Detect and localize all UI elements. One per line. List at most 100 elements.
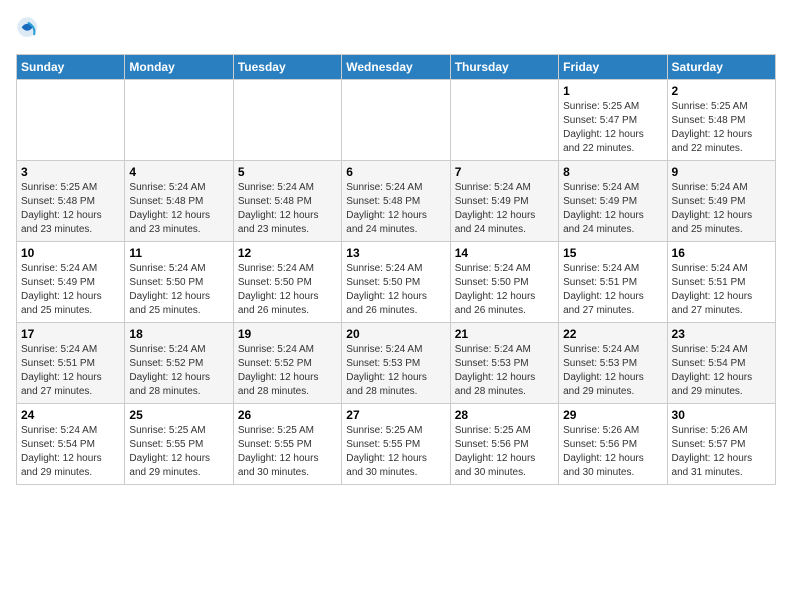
general-blue-icon	[16, 16, 44, 44]
day-cell: 20 Sunrise: 5:24 AM Sunset: 5:53 PM Dayli…	[342, 323, 450, 404]
day-cell	[233, 80, 341, 161]
day-number: 17	[21, 327, 120, 341]
day-number: 5	[238, 165, 337, 179]
day-number: 16	[672, 246, 771, 260]
day-number: 12	[238, 246, 337, 260]
day-cell: 7 Sunrise: 5:24 AM Sunset: 5:49 PM Daylig…	[450, 161, 558, 242]
logo	[16, 16, 48, 44]
col-header-sunday: Sunday	[17, 55, 125, 80]
day-info: Sunrise: 5:24 AM Sunset: 5:49 PM Dayligh…	[21, 262, 120, 318]
day-info: Sunrise: 5:24 AM Sunset: 5:49 PM Dayligh…	[672, 181, 771, 237]
week-row-2: 3 Sunrise: 5:25 AM Sunset: 5:48 PM Daylig…	[17, 161, 776, 242]
day-cell: 23 Sunrise: 5:24 AM Sunset: 5:54 PM Dayli…	[667, 323, 775, 404]
day-number: 13	[346, 246, 445, 260]
day-cell: 16 Sunrise: 5:24 AM Sunset: 5:51 PM Dayli…	[667, 242, 775, 323]
day-number: 21	[455, 327, 554, 341]
day-info: Sunrise: 5:24 AM Sunset: 5:52 PM Dayligh…	[129, 343, 228, 399]
week-row-4: 17 Sunrise: 5:24 AM Sunset: 5:51 PM Dayli…	[17, 323, 776, 404]
day-cell: 15Sunrise: 5:24 AM Sunset: 5:51 PM Dayli…	[559, 242, 667, 323]
day-number: 6	[346, 165, 445, 179]
day-info: Sunrise: 5:24 AM Sunset: 5:50 PM Dayligh…	[129, 262, 228, 318]
day-cell: 10 Sunrise: 5:24 AM Sunset: 5:49 PM Dayli…	[17, 242, 125, 323]
day-info: Sunrise: 5:25 AM Sunset: 5:55 PM Dayligh…	[238, 424, 337, 480]
day-number: 11	[129, 246, 228, 260]
day-cell: 30Sunrise: 5:26 AM Sunset: 5:57 PM Dayli…	[667, 404, 775, 485]
day-number: 9	[672, 165, 771, 179]
day-cell: 25 Sunrise: 5:25 AM Sunset: 5:55 PM Dayli…	[125, 404, 233, 485]
day-number: 19	[238, 327, 337, 341]
day-number: 20	[346, 327, 445, 341]
day-info: Sunrise: 5:25 AM Sunset: 5:48 PM Dayligh…	[672, 100, 771, 156]
day-info: Sunrise: 5:24 AM Sunset: 5:48 PM Dayligh…	[346, 181, 445, 237]
day-info: Sunrise: 5:25 AM Sunset: 5:55 PM Dayligh…	[129, 424, 228, 480]
day-info: Sunrise: 5:25 AM Sunset: 5:55 PM Dayligh…	[346, 424, 445, 480]
day-info: Sunrise: 5:24 AM Sunset: 5:51 PM Dayligh…	[21, 343, 120, 399]
col-header-monday: Monday	[125, 55, 233, 80]
day-cell: 18Sunrise: 5:24 AM Sunset: 5:52 PM Dayli…	[125, 323, 233, 404]
day-number: 10	[21, 246, 120, 260]
day-number: 1	[563, 84, 662, 98]
day-info: Sunrise: 5:24 AM Sunset: 5:50 PM Dayligh…	[455, 262, 554, 318]
day-cell	[17, 80, 125, 161]
day-number: 8	[563, 165, 662, 179]
day-number: 25	[129, 408, 228, 422]
day-info: Sunrise: 5:25 AM Sunset: 5:48 PM Dayligh…	[21, 181, 120, 237]
day-number: 22	[563, 327, 662, 341]
day-number: 26	[238, 408, 337, 422]
day-number: 4	[129, 165, 228, 179]
day-cell: 2 Sunrise: 5:25 AM Sunset: 5:48 PM Daylig…	[667, 80, 775, 161]
day-cell: 5 Sunrise: 5:24 AM Sunset: 5:48 PM Daylig…	[233, 161, 341, 242]
day-info: Sunrise: 5:24 AM Sunset: 5:53 PM Dayligh…	[346, 343, 445, 399]
day-cell: 6 Sunrise: 5:24 AM Sunset: 5:48 PM Daylig…	[342, 161, 450, 242]
day-cell: 3 Sunrise: 5:25 AM Sunset: 5:48 PM Daylig…	[17, 161, 125, 242]
day-cell: 17 Sunrise: 5:24 AM Sunset: 5:51 PM Dayli…	[17, 323, 125, 404]
day-number: 23	[672, 327, 771, 341]
day-cell	[450, 80, 558, 161]
col-header-tuesday: Tuesday	[233, 55, 341, 80]
day-cell: 4 Sunrise: 5:24 AM Sunset: 5:48 PM Daylig…	[125, 161, 233, 242]
col-header-friday: Friday	[559, 55, 667, 80]
day-info: Sunrise: 5:24 AM Sunset: 5:51 PM Dayligh…	[672, 262, 771, 318]
day-cell: 11 Sunrise: 5:24 AM Sunset: 5:50 PM Dayli…	[125, 242, 233, 323]
day-info: Sunrise: 5:24 AM Sunset: 5:53 PM Dayligh…	[455, 343, 554, 399]
day-cell: 13Sunrise: 5:24 AM Sunset: 5:50 PM Dayli…	[342, 242, 450, 323]
calendar-table: SundayMondayTuesdayWednesdayThursdayFrid…	[16, 54, 776, 485]
week-row-1: 1 Sunrise: 5:25 AM Sunset: 5:47 PM Daylig…	[17, 80, 776, 161]
day-cell: 12 Sunrise: 5:24 AM Sunset: 5:50 PM Dayli…	[233, 242, 341, 323]
day-info: Sunrise: 5:24 AM Sunset: 5:54 PM Dayligh…	[672, 343, 771, 399]
day-number: 30	[672, 408, 771, 422]
day-info: Sunrise: 5:25 AM Sunset: 5:56 PM Dayligh…	[455, 424, 554, 480]
day-cell: 21 Sunrise: 5:24 AM Sunset: 5:53 PM Dayli…	[450, 323, 558, 404]
week-row-3: 10 Sunrise: 5:24 AM Sunset: 5:49 PM Dayli…	[17, 242, 776, 323]
day-info: Sunrise: 5:24 AM Sunset: 5:52 PM Dayligh…	[238, 343, 337, 399]
day-number: 28	[455, 408, 554, 422]
day-number: 3	[21, 165, 120, 179]
day-info: Sunrise: 5:24 AM Sunset: 5:48 PM Dayligh…	[238, 181, 337, 237]
day-cell: 22 Sunrise: 5:24 AM Sunset: 5:53 PM Dayli…	[559, 323, 667, 404]
day-number: 14	[455, 246, 554, 260]
day-cell: 27 Sunrise: 5:25 AM Sunset: 5:55 PM Dayli…	[342, 404, 450, 485]
day-info: Sunrise: 5:24 AM Sunset: 5:53 PM Dayligh…	[563, 343, 662, 399]
day-cell: 1 Sunrise: 5:25 AM Sunset: 5:47 PM Daylig…	[559, 80, 667, 161]
day-cell	[342, 80, 450, 161]
day-cell: 8 Sunrise: 5:24 AM Sunset: 5:49 PM Daylig…	[559, 161, 667, 242]
day-cell: 29 Sunrise: 5:26 AM Sunset: 5:56 PM Dayli…	[559, 404, 667, 485]
day-number: 2	[672, 84, 771, 98]
day-number: 24	[21, 408, 120, 422]
day-info: Sunrise: 5:25 AM Sunset: 5:47 PM Dayligh…	[563, 100, 662, 156]
page-header	[16, 16, 776, 44]
day-cell: 24 Sunrise: 5:24 AM Sunset: 5:54 PM Dayli…	[17, 404, 125, 485]
day-cell: 14 Sunrise: 5:24 AM Sunset: 5:50 PM Dayli…	[450, 242, 558, 323]
col-header-saturday: Saturday	[667, 55, 775, 80]
day-info: Sunrise: 5:24 AM Sunset: 5:49 PM Dayligh…	[455, 181, 554, 237]
day-number: 7	[455, 165, 554, 179]
day-info: Sunrise: 5:24 AM Sunset: 5:50 PM Dayligh…	[238, 262, 337, 318]
day-info: Sunrise: 5:24 AM Sunset: 5:48 PM Dayligh…	[129, 181, 228, 237]
day-info: Sunrise: 5:24 AM Sunset: 5:49 PM Dayligh…	[563, 181, 662, 237]
day-info: Sunrise: 5:26 AM Sunset: 5:56 PM Dayligh…	[563, 424, 662, 480]
calendar-header-row: SundayMondayTuesdayWednesdayThursdayFrid…	[17, 55, 776, 80]
day-number: 29	[563, 408, 662, 422]
day-info: Sunrise: 5:24 AM Sunset: 5:54 PM Dayligh…	[21, 424, 120, 480]
day-number: 27	[346, 408, 445, 422]
day-info: Sunrise: 5:24 AM Sunset: 5:51 PM Dayligh…	[563, 262, 662, 318]
